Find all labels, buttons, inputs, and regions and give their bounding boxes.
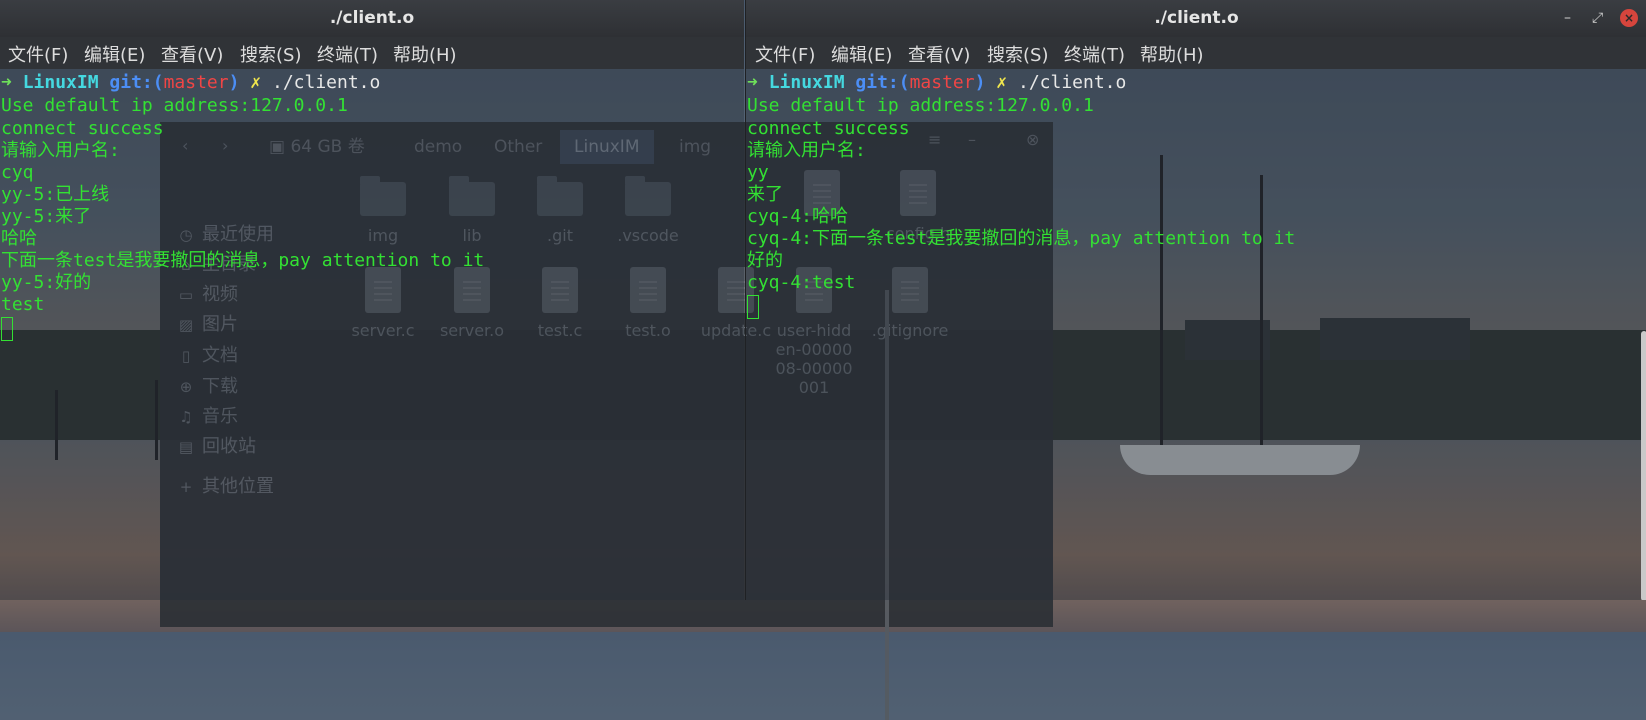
menu-search[interactable]: 搜索(S) [987,41,1048,67]
output-line: cyq-4:下面一条test是我要撤回的消息，pay attention to … [747,228,1296,249]
prompt-command: ./client.o [1017,72,1127,93]
prompt-arrow: ➜ [1,72,12,93]
output-line: 下面一条test是我要撤回的消息，pay attention to it [1,250,485,271]
menu-edit[interactable]: 编辑(E) [831,41,892,67]
prompt-git: git:( [855,72,910,93]
title-bar[interactable]: ./client.o [0,0,744,37]
maximize-icon[interactable]: ⤢ [1592,0,1603,37]
output-line: cyq [1,162,34,183]
shell-prompt: ➜ LinuxIM git:(master) ✗ ./client.o [747,71,1126,94]
output-line: 哈哈 [1,228,37,249]
prompt-branch: master [163,72,229,93]
window-title: ./client.o [1154,8,1239,28]
output-line: yy-5:好的 [1,272,92,293]
minimize-icon[interactable]: – [1564,0,1571,37]
text-cursor [1,317,13,341]
output-line: cyq-4:test [747,272,856,293]
output-line: Use default ip address:127.0.0.1 [1,95,348,116]
prompt-git: git:( [109,72,164,93]
prompt-dirty-mark: ✗ [250,72,262,93]
menu-view[interactable]: 查看(V) [161,41,223,67]
title-bar[interactable]: ./client.o – ⤢ × [746,0,1646,37]
prompt-dirty-mark: ✗ [996,72,1008,93]
text-cursor [747,295,759,319]
output-line: 请输入用户名: [747,140,866,161]
scrollbar[interactable] [1641,331,1646,600]
menu-help[interactable]: 帮助(H) [1140,41,1204,67]
prompt-command: ./client.o [271,72,381,93]
prompt-directory: LinuxIM [22,72,99,93]
window-title: ./client.o [329,8,415,28]
prompt-branch: master [909,72,975,93]
menu-file[interactable]: 文件(F) [755,41,815,67]
menu-view[interactable]: 查看(V) [908,41,970,67]
menu-terminal[interactable]: 终端(T) [1064,41,1125,67]
terminal-output[interactable]: ➜ LinuxIM git:(master) ✗ ./client.o Use … [746,69,1646,600]
close-icon[interactable]: × [1620,9,1638,27]
prompt-git-close: ) [974,72,986,93]
prompt-arrow: ➜ [747,72,758,93]
output-line: connect success [1,118,164,139]
menu-file[interactable]: 文件(F) [8,41,68,67]
output-line: connect success [747,118,910,139]
output-line: cyq-4:哈哈 [747,206,849,227]
menu-search[interactable]: 搜索(S) [240,41,301,67]
output-line: Use default ip address:127.0.0.1 [747,95,1094,116]
menu-help[interactable]: 帮助(H) [393,41,457,67]
prompt-git-close: ) [228,72,240,93]
output-line: test [1,294,45,315]
output-line: 请输入用户名: [1,140,120,161]
terminal-output[interactable]: ➜ LinuxIM git:(master) ✗ ./client.o Use … [0,69,744,600]
terminal-window-right[interactable]: ./client.o – ⤢ × 文件(F) 编辑(E) 查看(V) 搜索(S)… [745,0,1646,600]
shell-prompt: ➜ LinuxIM git:(master) ✗ ./client.o [1,71,380,94]
prompt-directory: LinuxIM [768,72,845,93]
menu-bar: 文件(F) 编辑(E) 查看(V) 搜索(S) 终端(T) 帮助(H) [0,37,744,69]
output-line: yy [747,162,769,183]
output-line: yy-5:来了 [1,206,92,227]
menu-edit[interactable]: 编辑(E) [84,41,145,67]
output-line: yy-5:已上线 [1,184,110,205]
menu-bar: 文件(F) 编辑(E) 查看(V) 搜索(S) 终端(T) 帮助(H) [746,37,1646,69]
menu-terminal[interactable]: 终端(T) [317,41,378,67]
terminal-window-left[interactable]: ./client.o 文件(F) 编辑(E) 查看(V) 搜索(S) 终端(T)… [0,0,744,600]
output-line: 来了 [747,184,783,205]
output-line: 好的 [747,250,783,271]
